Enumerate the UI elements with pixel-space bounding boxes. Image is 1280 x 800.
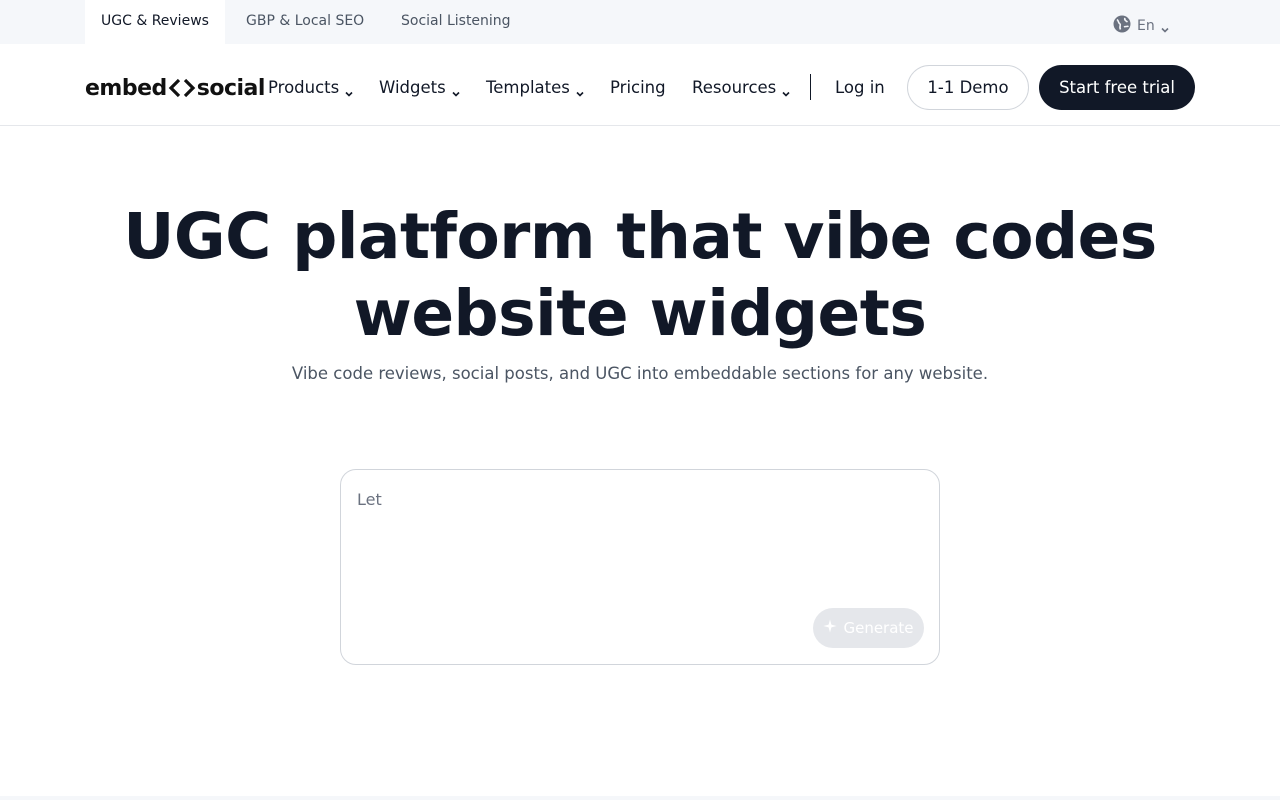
hero-title-line-1: UGC platform that vibe codes xyxy=(123,200,1157,273)
sparkle-icon xyxy=(823,619,837,637)
nav-templates[interactable]: Templates xyxy=(486,76,584,98)
chevron-down-icon xyxy=(1161,22,1169,33)
logo-text-left: embed xyxy=(85,75,167,101)
logo-text-right: social xyxy=(196,75,266,101)
start-free-trial-button[interactable]: Start free trial xyxy=(1039,65,1195,110)
tab-gbp-local-seo[interactable]: GBP & Local SEO xyxy=(246,0,364,44)
tab-ugc-reviews[interactable]: UGC & Reviews xyxy=(85,0,225,44)
nav-templates-label: Templates xyxy=(486,77,570,97)
nav-pricing-label: Pricing xyxy=(610,77,666,97)
nav-resources[interactable]: Resources xyxy=(692,76,790,98)
chevron-down-icon xyxy=(345,83,353,97)
section-divider xyxy=(0,796,1280,800)
logo-mark-icon xyxy=(168,77,196,99)
demo-button[interactable]: 1-1 Demo xyxy=(907,65,1029,110)
chevron-down-icon xyxy=(782,83,790,97)
embedsocial-logo[interactable]: embed social xyxy=(85,74,265,102)
chevron-down-icon xyxy=(452,83,460,97)
tab-social-listening[interactable]: Social Listening xyxy=(401,0,511,44)
globe-icon xyxy=(1113,15,1131,37)
nav-products-label: Products xyxy=(268,77,340,97)
nav-widgets[interactable]: Widgets xyxy=(379,76,460,98)
hero-title-line-2: website widgets xyxy=(353,277,927,350)
hero-subtitle: Vibe code reviews, social posts, and UGC… xyxy=(291,364,989,383)
nav-pricing[interactable]: Pricing xyxy=(610,76,666,98)
main-nav: embed social Products Widgets Templates … xyxy=(0,44,1280,126)
login-link[interactable]: Log in xyxy=(835,76,885,98)
prompt-text: Let xyxy=(357,490,382,509)
nav-divider xyxy=(810,74,811,100)
chevron-down-icon xyxy=(576,83,584,97)
nav-products[interactable]: Products xyxy=(268,76,353,98)
prompt-textarea[interactable]: Let Generate xyxy=(340,469,940,665)
language-selector[interactable]: En xyxy=(1113,14,1169,38)
generate-button[interactable]: Generate xyxy=(813,608,924,648)
generate-label: Generate xyxy=(843,619,914,637)
top-utility-bar: UGC & Reviews GBP & Local SEO Social Lis… xyxy=(0,0,1280,44)
nav-widgets-label: Widgets xyxy=(379,77,446,97)
language-label: En xyxy=(1137,18,1155,34)
hero-title: UGC platform that vibe codes website wid… xyxy=(0,198,1280,352)
nav-resources-label: Resources xyxy=(692,77,777,97)
